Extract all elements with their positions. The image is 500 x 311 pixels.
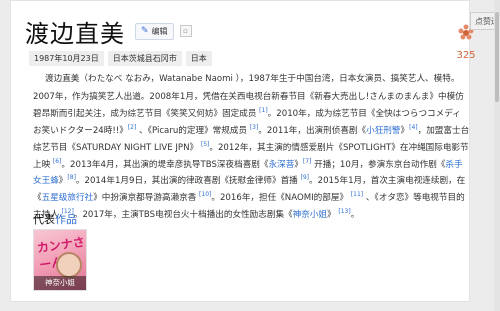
citation-link[interactable]: [13] <box>338 208 350 215</box>
biography-paragraph: 2007年，作为搞笑艺人出道。2008年1月，凭借在关西电视台新春节目《新春大売… <box>33 90 471 222</box>
poster-face <box>56 252 82 278</box>
paragraph-text: 。2016年，担任《NAOMI的部屋》 <box>211 193 351 204</box>
section-title: 代表作品 <box>33 211 77 227</box>
citation-link[interactable]: [9] <box>301 174 310 181</box>
citation-link[interactable]: [11] <box>351 191 363 198</box>
citation-link[interactable]: [1] <box>259 107 268 114</box>
edit-button[interactable]: ✎ 编辑 <box>135 22 174 40</box>
edit-label: 编辑 <box>151 26 168 36</box>
scrollbar[interactable] <box>494 0 500 311</box>
content-card: 渡边直美 ✎ 编辑 ▫ 1987年10月23日 日本茨城县石冈市 日本 渡边直美… <box>10 0 470 302</box>
like-count: 325 <box>456 50 476 61</box>
paragraph-link[interactable]: 五星级旅行社 <box>42 193 94 203</box>
paragraph-link[interactable]: 小狂刑警 <box>366 126 400 136</box>
paragraph-text: 。2014年1月9日，其出演的律政喜剧《抚慰金律师》首播 <box>75 176 301 187</box>
citation-link[interactable]: [4] <box>409 124 418 131</box>
paragraph-text: 。2017年，主演TBS电视台火十档播出的女性励志剧集《 <box>73 210 293 221</box>
paragraph-text: 》 <box>400 125 410 136</box>
section-title-a: 代表 <box>33 213 55 226</box>
paragraph-text: 。2011年，出演刑侦喜剧《 <box>258 125 367 136</box>
pencil-icon: ✎ <box>141 26 149 36</box>
paragraph-text: 。2013年4月，其出演的堤幸彦执导TBS深夜档喜剧《 <box>61 159 269 170</box>
paragraph-text: 开播；10月，参演东京台动作剧《 <box>311 159 446 170</box>
scroll-thumb[interactable] <box>495 12 499 102</box>
title-row: 渡边直美 ✎ 编辑 ▫ <box>25 15 192 48</box>
intro-text: 渡边直美（わたなべ なおみ，Watanabe Naomi ），1987年生于中国… <box>45 74 460 84</box>
info-tags: 1987年10月23日 日本茨城县石冈市 日本 <box>29 51 212 66</box>
tag-nationality[interactable]: 日本 <box>185 51 212 66</box>
section-title-b: 作品 <box>55 213 77 226</box>
tag-birthdate[interactable]: 1987年10月23日 <box>29 51 104 66</box>
paragraph-text: 。 <box>350 210 360 221</box>
tag-birthplace[interactable]: 日本茨城县石冈市 <box>107 51 182 66</box>
citation-link[interactable]: [8] <box>67 174 76 181</box>
page-title: 渡边直美 <box>25 19 125 48</box>
paragraph-link[interactable]: 神奈小姐 <box>293 210 327 220</box>
work-card[interactable]: カンナさーん! 神奈小姐 <box>33 229 87 291</box>
work-caption: 神奈小姐 <box>34 276 86 290</box>
paragraph-text: 》中扮演京都导游高濑京香 <box>93 193 200 204</box>
citation-link[interactable]: [10] <box>199 191 211 198</box>
paragraph-text: 》 <box>327 210 339 221</box>
paragraph-link[interactable]: 永深菩 <box>269 159 295 169</box>
paragraph-text: 》 <box>294 159 303 170</box>
paragraph-text: 、《Picaru的定理》常规成员 <box>136 125 250 136</box>
square-icon[interactable]: ▫ <box>179 25 192 37</box>
